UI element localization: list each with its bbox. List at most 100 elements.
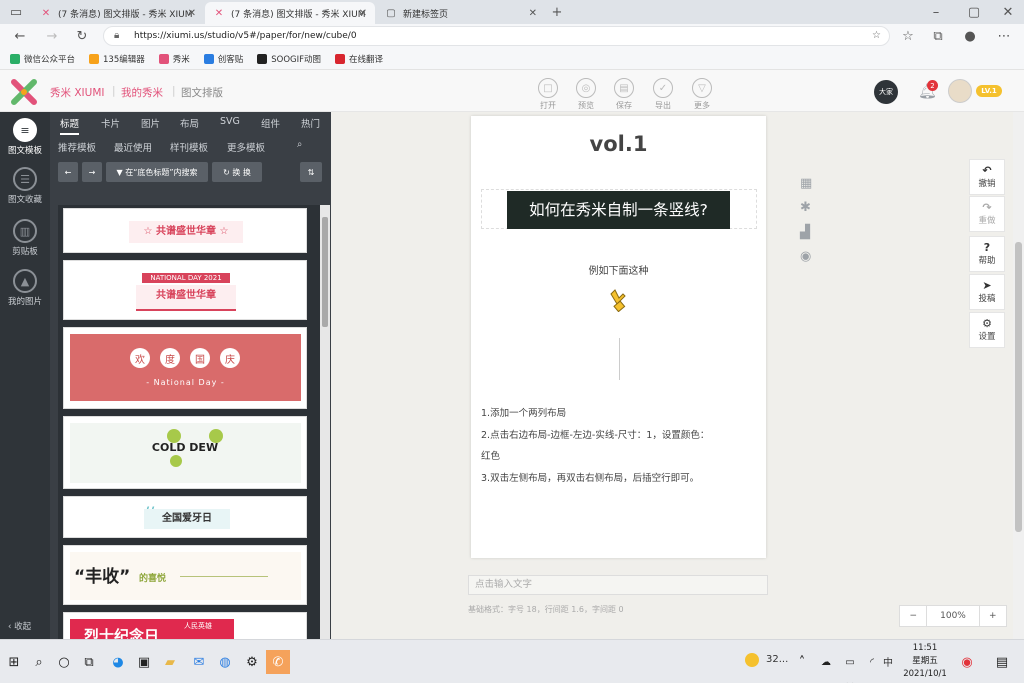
close-icon[interactable]: ✕	[529, 8, 537, 19]
task-view-icon[interactable]: ⧉	[77, 650, 101, 674]
cloud-icon[interactable]: ☁	[814, 650, 838, 674]
favorite-star-icon[interactable]: ☆	[872, 27, 881, 45]
more-button[interactable]: ▽ 更多	[690, 78, 714, 111]
tab-component[interactable]: 组件	[261, 116, 280, 130]
search-icon[interactable]: ⌕	[297, 139, 302, 150]
close-icon[interactable]: ✕	[188, 8, 196, 19]
favorites-icon[interactable]: ☆	[900, 28, 916, 44]
reload-icon[interactable]: ↻	[74, 28, 90, 44]
app-icon[interactable]: ▣	[132, 650, 156, 674]
snowflake-icon[interactable]: ✱	[800, 200, 811, 215]
xiumi-logo-icon[interactable]	[10, 78, 38, 106]
profile-avatar-icon[interactable]: ●	[962, 28, 978, 44]
text-input[interactable]: 点击输入文字	[468, 575, 768, 595]
open-button[interactable]: □ 打开	[536, 78, 560, 111]
article-page[interactable]: vol.1 如何在秀米自制一条竖线? 例如下面这种 1.添加一个两列布局 2.点…	[471, 116, 766, 558]
recording-icon[interactable]: ◉	[955, 650, 979, 674]
collapse-button[interactable]: ‹ 收起	[8, 620, 31, 632]
ime-indicator[interactable]: 中	[883, 654, 893, 669]
bookmark-wechat[interactable]: 微信公众平台	[10, 53, 75, 65]
weather-icon[interactable]	[745, 653, 759, 667]
tab-layout[interactable]: 布局	[180, 116, 199, 130]
step-text[interactable]: 1.添加一个两列布局	[481, 405, 566, 419]
chevron-up-icon[interactable]: ˄	[790, 650, 814, 674]
settings-icon[interactable]: ⚙	[240, 650, 264, 674]
tab-image[interactable]: 图片	[141, 116, 160, 130]
browser-icon[interactable]: ◍	[213, 650, 237, 674]
edge-browser-icon[interactable]: ◕	[106, 650, 130, 674]
browser-tab-2[interactable]: ✕ (7 条消息) 图文排版 - 秀米 XIUM ✕	[205, 2, 375, 24]
tab-popular[interactable]: 热门	[301, 116, 320, 130]
url-input[interactable]: 🔒︎ https://xiumi.us/studio/v5#/paper/for…	[103, 26, 890, 46]
zoom-out-button[interactable]: −	[900, 606, 928, 626]
step-text[interactable]: 2.点击右边布局-边框-左边-实线-尺寸：1，设置颜色：	[481, 427, 709, 441]
collections-icon[interactable]: ⧉	[930, 28, 946, 44]
template-card[interactable]: ☆ 共谱盛世华章 ☆	[63, 208, 307, 253]
template-card[interactable]: “丰收” 的喜悦	[63, 545, 307, 605]
save-button[interactable]: ▤ 保存	[612, 78, 636, 111]
weather-text[interactable]: 32...	[766, 654, 788, 665]
mail-icon[interactable]: ✉	[187, 650, 211, 674]
notification-center-icon[interactable]: ▤	[990, 650, 1014, 674]
windows-start-icon[interactable]: ⊞	[2, 650, 26, 674]
redo-button[interactable]: ↷ 重做	[969, 196, 1005, 232]
title-block-frame[interactable]: 如何在秀米自制一条竖线?	[481, 189, 757, 229]
tab-recommended[interactable]: 推荐模板	[58, 140, 96, 154]
zoom-in-button[interactable]: +	[978, 606, 1006, 626]
preview-button[interactable]: ◎ 预览	[574, 78, 598, 111]
bookmark-soogif[interactable]: SOOGIF动图	[257, 53, 321, 65]
wechat-icon[interactable]: ✆	[266, 650, 290, 674]
step-text[interactable]: 红色	[481, 448, 500, 462]
export-button[interactable]: ✓ 导出	[651, 78, 675, 111]
brand-name[interactable]: 秀米 XIUMI	[50, 85, 104, 100]
template-card[interactable]: // 全国爱牙日	[63, 496, 307, 538]
window-close-icon[interactable]: ✕	[1000, 4, 1016, 20]
tab-sample[interactable]: 样刊模板	[170, 140, 208, 154]
bookmark-translate[interactable]: 在线翻译	[335, 53, 383, 65]
system-clock[interactable]: 11:51 星期五 2021/10/1	[895, 642, 955, 681]
nav-clipboard[interactable]: ▥ 剪贴板	[0, 219, 50, 257]
browser-tab-1[interactable]: ✕ (7 条消息) 图文排版 - 秀米 XIUM ✕	[32, 2, 204, 24]
user-avatar[interactable]	[948, 79, 972, 103]
tab-card[interactable]: 卡片	[101, 116, 120, 130]
template-card[interactable]: COLD DEW	[63, 416, 307, 489]
step-text[interactable]: 3.双击左侧布局，再双击右侧布局，后插空行即可。	[481, 470, 699, 484]
more-menu-icon[interactable]: ⋯	[996, 28, 1012, 44]
bar-chart-icon[interactable]: ▟	[800, 225, 810, 240]
settings-button[interactable]: ⚙ 设置	[969, 312, 1005, 348]
new-tab-plus-icon[interactable]: +	[549, 4, 565, 20]
eye-icon[interactable]: ◉	[800, 249, 811, 264]
swap-button[interactable]: ↻ 换 换	[212, 162, 262, 182]
nav-my-images[interactable]: ▲ 我的图片	[0, 269, 50, 307]
browser-tab-3[interactable]: ▢ 新建标签页 ✕	[377, 2, 545, 24]
submit-button[interactable]: ➤ 投稿	[969, 274, 1005, 310]
bookmark-135[interactable]: 135编辑器	[89, 53, 145, 65]
tab-actions-icon[interactable]: ▭	[8, 4, 24, 20]
grid-icon[interactable]: ▦	[800, 176, 812, 191]
nav-templates[interactable]: ≡ 图文模板	[0, 118, 50, 156]
tab-recent[interactable]: 最近使用	[114, 140, 152, 154]
template-list-scrollbar[interactable]	[320, 205, 330, 639]
bookmark-xiumi[interactable]: 秀米	[158, 53, 190, 65]
sort-button[interactable]: ⇅	[300, 162, 322, 182]
maximize-icon[interactable]: ▢	[966, 4, 982, 20]
search-in-category-button[interactable]: ▼ 在“底色标题”内搜索	[106, 162, 208, 182]
example-text[interactable]: 例如下面这种	[471, 262, 766, 277]
next-arrow-button[interactable]: →	[82, 162, 102, 182]
tab-svg[interactable]: SVG	[220, 116, 240, 127]
close-icon[interactable]: ✕	[359, 8, 367, 19]
help-button[interactable]: ? 帮助	[969, 236, 1005, 272]
breadcrumb-my-xiumi[interactable]: 我的秀米	[121, 85, 163, 100]
undo-button[interactable]: ↶ 撤销	[969, 159, 1005, 195]
file-explorer-icon[interactable]: ▰	[158, 650, 182, 674]
article-title[interactable]: 如何在秀米自制一条竖线?	[507, 191, 730, 229]
prev-arrow-button[interactable]: ←	[58, 162, 78, 182]
community-logo-icon[interactable]: 大家	[874, 80, 898, 104]
forward-arrow-icon[interactable]: →	[44, 28, 60, 44]
template-card[interactable]: NATIONAL DAY 2021 共谱盛世华章	[63, 260, 307, 320]
article-vol-heading[interactable]: vol.1	[471, 132, 766, 156]
cortana-icon[interactable]: ○	[52, 650, 76, 674]
template-card[interactable]: 烈士纪念日 人民英雄	[63, 612, 307, 639]
minimize-icon[interactable]: –	[928, 4, 944, 20]
back-arrow-icon[interactable]: ←	[12, 28, 28, 44]
